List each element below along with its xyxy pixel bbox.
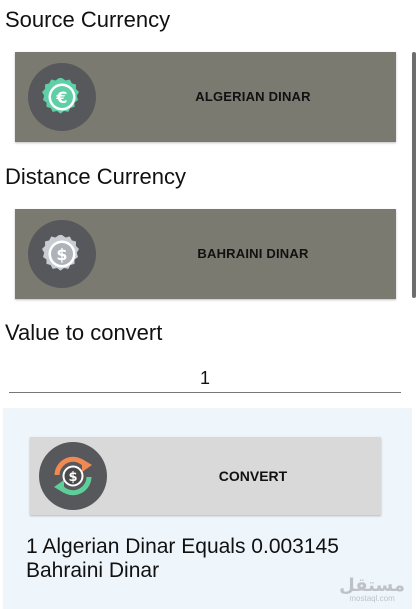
target-currency-label: Distance Currency: [5, 164, 186, 189]
euro-symbol: €: [55, 88, 67, 107]
source-currency-button[interactable]: € ALGERIAN DINAR: [15, 52, 396, 142]
source-icon-circle: €: [28, 63, 96, 131]
dollar-coin-icon: $: [42, 235, 79, 271]
watermark-logo: مستقل mostaql.com: [339, 576, 405, 603]
value-to-convert-label: Value to convert: [5, 320, 163, 345]
source-currency-label: Source Currency: [5, 7, 171, 32]
exchange-dollar-symbol: $: [68, 470, 77, 485]
dollar-symbol: $: [56, 245, 67, 264]
convert-button-label: CONVERT: [218, 468, 288, 484]
convert-button[interactable]: $ CONVERT: [30, 437, 381, 515]
watermark-sub-text: mostaql.com: [349, 594, 395, 603]
watermark-main-text: مستقل: [339, 575, 405, 595]
source-currency-name: ALGERIAN DINAR: [195, 89, 311, 104]
scrollbar[interactable]: [412, 52, 416, 298]
value-input[interactable]: [9, 364, 401, 393]
target-currency-button[interactable]: $ BAHRAINI DINAR: [15, 209, 396, 299]
target-icon-circle: $: [28, 220, 96, 288]
convert-icon-circle: $: [39, 442, 107, 510]
currency-exchange-icon: $: [54, 456, 92, 496]
euro-coin-icon: €: [42, 78, 79, 114]
target-currency-name: BAHRAINI DINAR: [197, 246, 309, 261]
